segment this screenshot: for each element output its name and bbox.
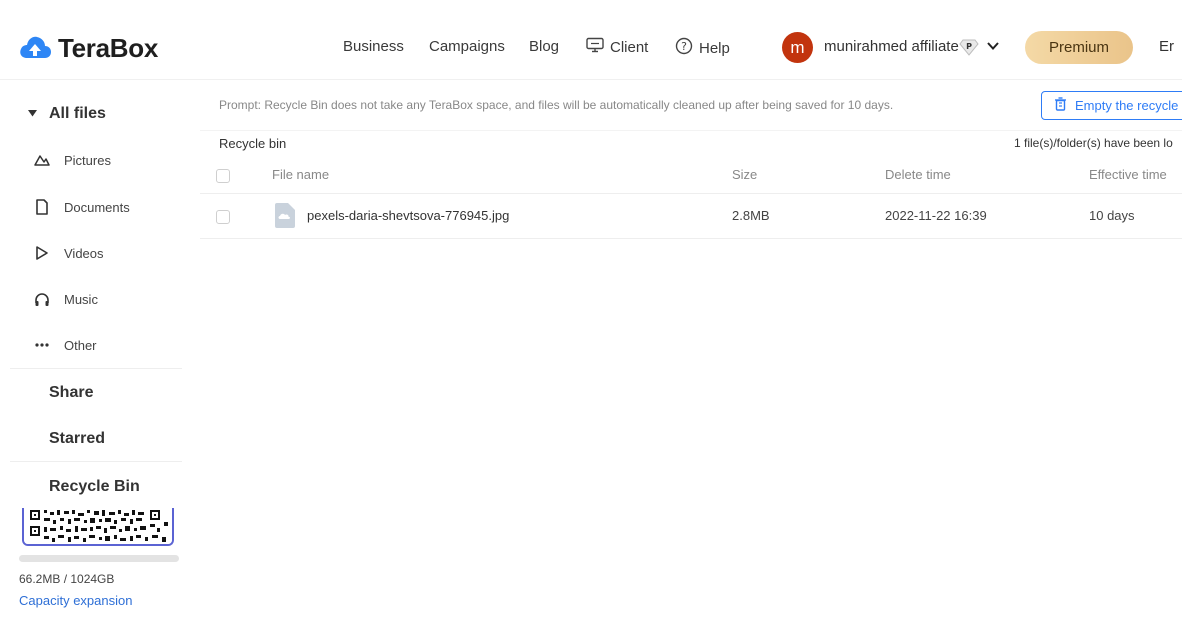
- trash-icon: [1054, 97, 1067, 114]
- top-header: TeraBox Business Campaigns Blog Client ?…: [0, 0, 1182, 80]
- nav-business[interactable]: Business: [343, 38, 404, 55]
- logo-text: TeraBox: [58, 33, 159, 63]
- sidebar-item-music[interactable]: Music: [34, 291, 98, 307]
- monitor-icon: [586, 37, 604, 57]
- column-file-name[interactable]: File name: [272, 167, 329, 182]
- premium-button[interactable]: Premium: [1025, 31, 1133, 64]
- qr-code-icon: [24, 508, 172, 544]
- diamond-badge-icon: P: [959, 38, 979, 61]
- sidebar-all-files-label: All files: [49, 105, 106, 122]
- sidebar-item-label: Pictures: [64, 152, 111, 168]
- empty-recycle-bin-label: Empty the recycle: [1075, 98, 1179, 113]
- sidebar-item-label: Videos: [64, 245, 104, 261]
- sidebar-item-recycle-bin[interactable]: Recycle Bin: [49, 478, 140, 496]
- headphones-icon: [34, 291, 50, 307]
- file-delete-time: 2022-11-22 16:39: [885, 208, 987, 223]
- sidebar-item-label: Documents: [64, 199, 130, 215]
- avatar[interactable]: m: [782, 32, 813, 63]
- column-size[interactable]: Size: [732, 167, 757, 182]
- cloud-logo-icon: [18, 32, 52, 65]
- chevron-down-icon[interactable]: [986, 39, 1000, 58]
- terabox-logo[interactable]: TeraBox: [18, 32, 158, 65]
- file-effective-time: 10 days: [1089, 208, 1135, 223]
- help-icon: ?: [675, 37, 693, 59]
- nav-campaigns[interactable]: Campaigns: [429, 38, 505, 55]
- username[interactable]: munirahmed affiliate: [824, 38, 959, 55]
- column-effective-time[interactable]: Effective time: [1089, 167, 1167, 182]
- storage-usage-text: 66.2MB / 1024GB: [19, 572, 115, 586]
- more-dots-icon: [34, 337, 50, 353]
- sidebar-item-other[interactable]: Other: [34, 337, 97, 353]
- image-file-icon: [275, 203, 295, 228]
- caret-down-icon: [28, 105, 37, 123]
- table-header: File name Size Delete time Effective tim…: [200, 160, 1182, 194]
- recycle-bin-prompt: Prompt: Recycle Bin does not take any Te…: [219, 98, 894, 112]
- svg-text:?: ?: [681, 40, 687, 53]
- nav-help-label: Help: [699, 39, 730, 57]
- sidebar-item-videos[interactable]: Videos: [34, 245, 104, 261]
- sidebar-divider: [10, 368, 182, 369]
- nav-help[interactable]: ? Help: [675, 37, 730, 59]
- page-title: Recycle bin: [219, 136, 287, 151]
- svg-text:P: P: [966, 42, 972, 51]
- storage-progress-bar: [19, 555, 179, 562]
- column-delete-time[interactable]: Delete time: [885, 167, 951, 182]
- sidebar: All files Pictures Documents Videos Musi…: [0, 80, 190, 625]
- sidebar-divider: [10, 461, 182, 462]
- sidebar-all-files[interactable]: All files: [28, 105, 106, 123]
- nav-client[interactable]: Client: [586, 37, 648, 57]
- nav-client-label: Client: [610, 38, 649, 56]
- table-row[interactable]: pexels-daria-shevtsova-776945.jpg 2.8MB …: [200, 194, 1182, 239]
- sidebar-item-pictures[interactable]: Pictures: [34, 152, 111, 168]
- mountain-icon: [34, 152, 50, 168]
- sidebar-item-documents[interactable]: Documents: [34, 199, 130, 215]
- loaded-count-text: 1 file(s)/folder(s) have been lo: [1014, 136, 1173, 150]
- capacity-expansion-link[interactable]: Capacity expansion: [19, 593, 132, 608]
- language-selector[interactable]: Er: [1159, 38, 1174, 55]
- document-icon: [34, 199, 50, 215]
- file-size: 2.8MB: [732, 208, 770, 223]
- select-all-checkbox[interactable]: [216, 169, 230, 183]
- sidebar-item-starred[interactable]: Starred: [49, 430, 105, 448]
- qr-code-panel[interactable]: [22, 508, 174, 546]
- main-divider: [200, 130, 1182, 131]
- play-icon: [34, 245, 50, 261]
- nav-blog[interactable]: Blog: [529, 38, 559, 55]
- empty-recycle-bin-button[interactable]: Empty the recycle: [1041, 91, 1182, 120]
- sidebar-item-label: Music: [64, 291, 98, 307]
- row-checkbox[interactable]: [216, 210, 230, 224]
- sidebar-item-label: Other: [64, 337, 97, 353]
- file-name[interactable]: pexels-daria-shevtsova-776945.jpg: [307, 208, 509, 223]
- sidebar-item-share[interactable]: Share: [49, 384, 93, 402]
